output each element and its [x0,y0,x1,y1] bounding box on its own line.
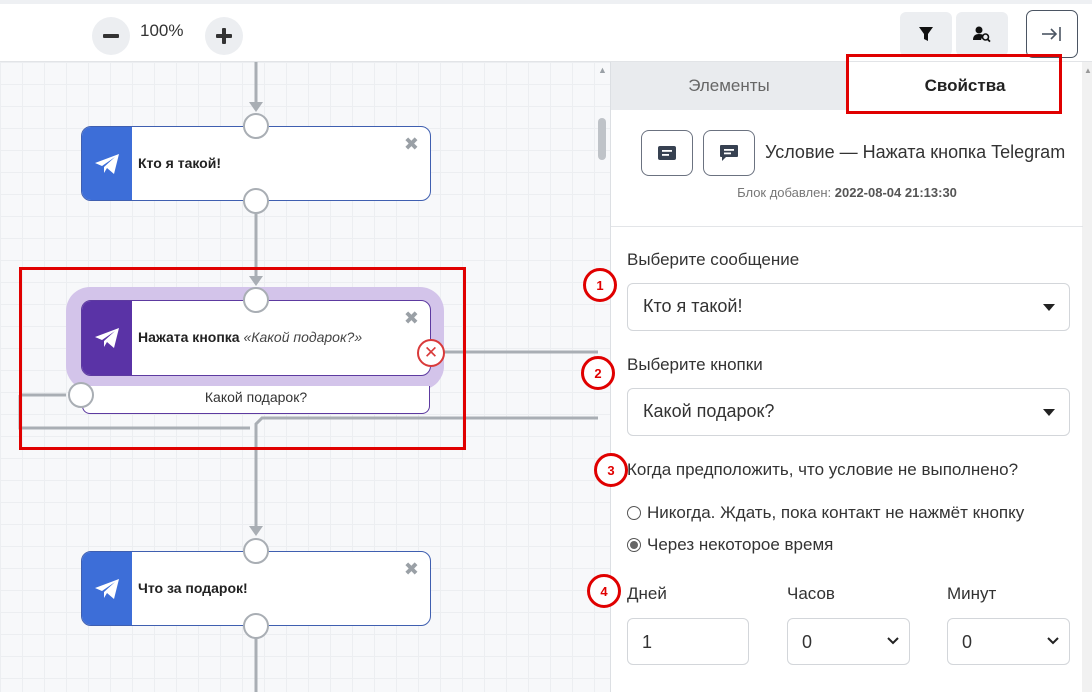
message-block-button[interactable] [641,130,693,176]
chevron-down-icon [1047,637,1059,645]
comment-block-button[interactable] [703,130,755,176]
step-marker-3: 3 [594,453,628,487]
top-toolbar: 100% [0,0,1092,62]
radio-never-label: Никогда. Ждать, пока контакт не нажмёт к… [647,503,1025,522]
step-marker-4: 4 [587,574,621,608]
close-icon[interactable]: ✖ [404,134,419,155]
radio-button[interactable] [627,506,641,520]
radio-after-time[interactable]: Через некоторое время [627,535,833,555]
chevron-down-icon [887,637,899,645]
condition-label: Когда предположить, что условие не выпол… [627,460,1019,479]
minutes-select[interactable]: 0 [947,618,1070,665]
node-output-port[interactable] [243,188,269,214]
arrow-to-right-icon [1042,27,1061,41]
step-marker-2: 2 [581,356,615,390]
days-label: Дней [627,584,667,603]
telegram-icon [82,127,132,200]
hours-label: Часов [787,584,835,603]
collapse-panel-button[interactable] [1026,10,1078,58]
minutes-select-value: 0 [962,632,973,652]
radio-never[interactable]: Никогда. Ждать, пока контакт не нажмёт к… [627,503,1024,523]
tab-elements[interactable]: Элементы [611,62,847,110]
divider [611,226,1083,227]
close-icon[interactable]: ✖ [404,559,419,580]
zoom-level: 100% [140,21,184,40]
highlight-frame-node [19,267,466,450]
user-search-icon [973,26,991,43]
minutes-label: Минут [947,584,997,603]
hours-select[interactable]: 0 [787,618,910,665]
scroll-up-arrow-icon[interactable]: ▲ [1084,66,1092,75]
highlight-frame-tab [846,54,1062,114]
message-select-label: Выберите сообщение [627,250,800,269]
added-timestamp: 2022-08-04 21:13:30 [834,185,957,200]
plus-icon [216,28,232,44]
contact-search-button[interactable] [956,12,1008,56]
message-select[interactable]: Кто я такой! [627,283,1070,331]
radio-button-checked[interactable] [627,538,641,552]
node-output-port[interactable] [243,613,269,639]
node-title: Кто я такой! [138,155,222,171]
telegram-icon [82,552,132,625]
added-label: Блок добавлен: [737,185,832,200]
buttons-select[interactable]: Какой подарок? [627,388,1070,436]
zoom-in-button[interactable] [205,17,243,55]
node-input-port[interactable] [243,113,269,139]
caret-down-icon [1043,304,1055,311]
hours-select-value: 0 [802,632,813,652]
properties-panel: Элементы Свойства ▲ Условие — Нажата кно… [610,62,1092,692]
step-marker-1: 1 [583,268,617,302]
caret-down-icon [1043,409,1055,416]
canvas-scrollbar-thumb[interactable] [598,118,606,160]
radio-after-label: Через некоторое время [647,535,834,554]
filter-button[interactable] [900,12,952,56]
buttons-select-value: Какой подарок? [643,401,775,421]
block-title: Условие — Нажата кнопка Telegram [765,142,1066,162]
days-input[interactable]: 1 [627,618,749,665]
message-select-value: Кто я такой! [643,296,743,316]
node-title: Что за подарок! [138,580,248,596]
node-input-port[interactable] [243,538,269,564]
minus-icon [103,34,119,38]
zoom-out-button[interactable] [92,17,130,55]
block-added-info: Блок добавлен: 2022-08-04 21:13:30 [611,185,1083,200]
message-icon [658,146,676,160]
scroll-up-arrow-icon[interactable]: ▲ [598,65,607,75]
comment-icon [720,145,738,161]
app-root: 100% ▲ Кто я такой! ✖ Нажата кнопка «Как… [0,0,1092,692]
panel-scrollbar[interactable]: ▲ [1082,62,1092,692]
filter-icon [919,27,933,41]
buttons-select-label: Выберите кнопки [627,355,763,374]
